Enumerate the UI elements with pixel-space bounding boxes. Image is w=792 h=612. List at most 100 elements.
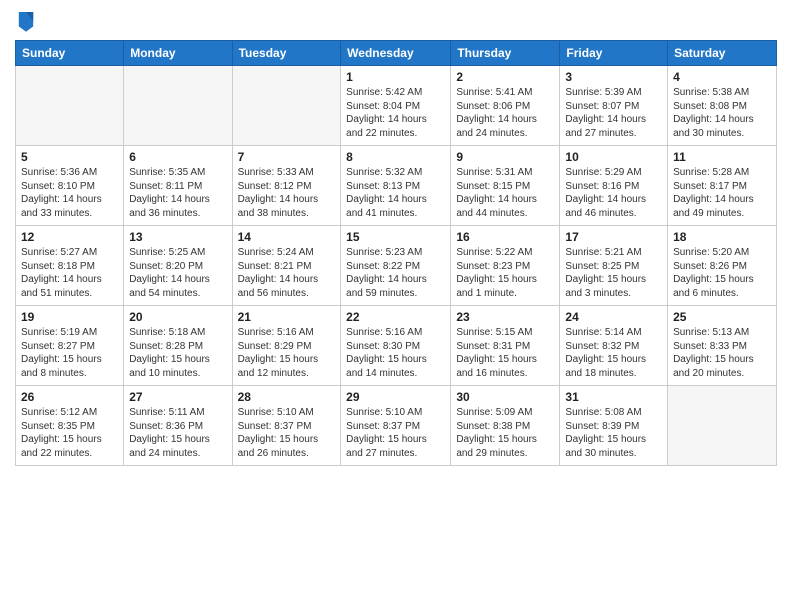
- day-info: Sunrise: 5:10 AM Sunset: 8:37 PM Dayligh…: [238, 406, 336, 460]
- day-info: Sunrise: 5:19 AM Sunset: 8:27 PM Dayligh…: [21, 326, 118, 380]
- calendar-cell: [16, 66, 124, 146]
- day-number: 23: [456, 310, 554, 324]
- calendar-cell: 7 Sunrise: 5:33 AM Sunset: 8:12 PM Daylig…: [232, 146, 341, 226]
- day-header-saturday: Saturday: [668, 41, 777, 66]
- calendar-header-row: SundayMondayTuesdayWednesdayThursdayFrid…: [16, 41, 777, 66]
- day-number: 7: [238, 150, 336, 164]
- calendar-cell: 26Sunrise: 5:12 AM Sunset: 8:35 PM Dayli…: [16, 386, 124, 466]
- day-number: 19: [21, 310, 118, 324]
- day-info: Sunrise: 5:42 AM Sunset: 8:04 PM Dayligh…: [346, 86, 445, 140]
- calendar-cell: 19 Sunrise: 5:19 AM Sunset: 8:27 PM Dayli…: [16, 306, 124, 386]
- day-number: 21: [238, 310, 336, 324]
- calendar-cell: 25Sunrise: 5:13 AM Sunset: 8:33 PM Dayli…: [668, 306, 777, 386]
- day-header-thursday: Thursday: [451, 41, 560, 66]
- day-number: 4: [673, 70, 771, 84]
- calendar-cell: 27Sunrise: 5:11 AM Sunset: 8:36 PM Dayli…: [124, 386, 232, 466]
- calendar-cell: [668, 386, 777, 466]
- day-number: 22: [346, 310, 445, 324]
- day-number: 5: [21, 150, 118, 164]
- calendar-cell: 31 Sunrise: 5:08 AM Sunset: 8:39 PM Dayli…: [560, 386, 668, 466]
- day-number: 10: [565, 150, 662, 164]
- day-number: 1: [346, 70, 445, 84]
- calendar-cell: 18 Sunrise: 5:20 AM Sunset: 8:26 PM Dayli…: [668, 226, 777, 306]
- day-header-monday: Monday: [124, 41, 232, 66]
- calendar-cell: 9 Sunrise: 5:31 AM Sunset: 8:15 PM Daylig…: [451, 146, 560, 226]
- day-info: Sunrise: 5:10 AM Sunset: 8:37 PM Dayligh…: [346, 406, 445, 460]
- calendar-cell: 23Sunrise: 5:15 AM Sunset: 8:31 PM Dayli…: [451, 306, 560, 386]
- day-info: Sunrise: 5:09 AM Sunset: 8:38 PM Dayligh…: [456, 406, 554, 460]
- day-number: 27: [129, 390, 226, 404]
- day-info: Sunrise: 5:20 AM Sunset: 8:26 PM Dayligh…: [673, 246, 771, 300]
- day-info: Sunrise: 5:21 AM Sunset: 8:25 PM Dayligh…: [565, 246, 662, 300]
- calendar-cell: 22 Sunrise: 5:16 AM Sunset: 8:30 PM Dayli…: [341, 306, 451, 386]
- calendar-cell: 1 Sunrise: 5:42 AM Sunset: 8:04 PM Daylig…: [341, 66, 451, 146]
- week-row-5: 26Sunrise: 5:12 AM Sunset: 8:35 PM Dayli…: [16, 386, 777, 466]
- day-number: 6: [129, 150, 226, 164]
- calendar-cell: 21 Sunrise: 5:16 AM Sunset: 8:29 PM Dayli…: [232, 306, 341, 386]
- week-row-1: 1 Sunrise: 5:42 AM Sunset: 8:04 PM Daylig…: [16, 66, 777, 146]
- day-number: 14: [238, 230, 336, 244]
- calendar-cell: 10Sunrise: 5:29 AM Sunset: 8:16 PM Dayli…: [560, 146, 668, 226]
- calendar-table: SundayMondayTuesdayWednesdayThursdayFrid…: [15, 40, 777, 466]
- day-header-friday: Friday: [560, 41, 668, 66]
- week-row-4: 19 Sunrise: 5:19 AM Sunset: 8:27 PM Dayli…: [16, 306, 777, 386]
- calendar-cell: 2 Sunrise: 5:41 AM Sunset: 8:06 PM Daylig…: [451, 66, 560, 146]
- day-info: Sunrise: 5:31 AM Sunset: 8:15 PM Dayligh…: [456, 166, 554, 220]
- day-number: 15: [346, 230, 445, 244]
- calendar-cell: 13Sunrise: 5:25 AM Sunset: 8:20 PM Dayli…: [124, 226, 232, 306]
- logo-icon: [17, 10, 35, 32]
- day-info: Sunrise: 5:33 AM Sunset: 8:12 PM Dayligh…: [238, 166, 336, 220]
- day-number: 20: [129, 310, 226, 324]
- calendar-cell: 14 Sunrise: 5:24 AM Sunset: 8:21 PM Dayli…: [232, 226, 341, 306]
- calendar-cell: 30 Sunrise: 5:09 AM Sunset: 8:38 PM Dayli…: [451, 386, 560, 466]
- calendar-cell: 15 Sunrise: 5:23 AM Sunset: 8:22 PM Dayli…: [341, 226, 451, 306]
- week-row-3: 12 Sunrise: 5:27 AM Sunset: 8:18 PM Dayli…: [16, 226, 777, 306]
- day-info: Sunrise: 5:36 AM Sunset: 8:10 PM Dayligh…: [21, 166, 118, 220]
- calendar-cell: [232, 66, 341, 146]
- day-info: Sunrise: 5:28 AM Sunset: 8:17 PM Dayligh…: [673, 166, 771, 220]
- calendar-cell: [124, 66, 232, 146]
- day-number: 24: [565, 310, 662, 324]
- calendar-cell: 17 Sunrise: 5:21 AM Sunset: 8:25 PM Dayli…: [560, 226, 668, 306]
- day-info: Sunrise: 5:16 AM Sunset: 8:30 PM Dayligh…: [346, 326, 445, 380]
- day-number: 25: [673, 310, 771, 324]
- day-number: 30: [456, 390, 554, 404]
- day-header-wednesday: Wednesday: [341, 41, 451, 66]
- day-info: Sunrise: 5:41 AM Sunset: 8:06 PM Dayligh…: [456, 86, 554, 140]
- day-number: 3: [565, 70, 662, 84]
- day-number: 12: [21, 230, 118, 244]
- day-number: 28: [238, 390, 336, 404]
- day-number: 31: [565, 390, 662, 404]
- day-number: 26: [21, 390, 118, 404]
- day-number: 29: [346, 390, 445, 404]
- logo: [15, 10, 35, 32]
- day-number: 13: [129, 230, 226, 244]
- day-number: 9: [456, 150, 554, 164]
- header: [15, 10, 777, 32]
- calendar-cell: 11Sunrise: 5:28 AM Sunset: 8:17 PM Dayli…: [668, 146, 777, 226]
- calendar-cell: 20 Sunrise: 5:18 AM Sunset: 8:28 PM Dayli…: [124, 306, 232, 386]
- day-info: Sunrise: 5:27 AM Sunset: 8:18 PM Dayligh…: [21, 246, 118, 300]
- calendar-cell: 8Sunrise: 5:32 AM Sunset: 8:13 PM Daylig…: [341, 146, 451, 226]
- day-info: Sunrise: 5:35 AM Sunset: 8:11 PM Dayligh…: [129, 166, 226, 220]
- day-number: 8: [346, 150, 445, 164]
- day-header-tuesday: Tuesday: [232, 41, 341, 66]
- day-info: Sunrise: 5:24 AM Sunset: 8:21 PM Dayligh…: [238, 246, 336, 300]
- day-info: Sunrise: 5:38 AM Sunset: 8:08 PM Dayligh…: [673, 86, 771, 140]
- calendar-cell: 28 Sunrise: 5:10 AM Sunset: 8:37 PM Dayli…: [232, 386, 341, 466]
- day-info: Sunrise: 5:39 AM Sunset: 8:07 PM Dayligh…: [565, 86, 662, 140]
- day-number: 2: [456, 70, 554, 84]
- day-number: 16: [456, 230, 554, 244]
- day-info: Sunrise: 5:14 AM Sunset: 8:32 PM Dayligh…: [565, 326, 662, 380]
- day-info: Sunrise: 5:16 AM Sunset: 8:29 PM Dayligh…: [238, 326, 336, 380]
- day-info: Sunrise: 5:23 AM Sunset: 8:22 PM Dayligh…: [346, 246, 445, 300]
- day-number: 17: [565, 230, 662, 244]
- day-info: Sunrise: 5:08 AM Sunset: 8:39 PM Dayligh…: [565, 406, 662, 460]
- calendar-cell: 16 Sunrise: 5:22 AM Sunset: 8:23 PM Dayli…: [451, 226, 560, 306]
- calendar-cell: 3 Sunrise: 5:39 AM Sunset: 8:07 PM Daylig…: [560, 66, 668, 146]
- day-info: Sunrise: 5:22 AM Sunset: 8:23 PM Dayligh…: [456, 246, 554, 300]
- calendar-cell: 29 Sunrise: 5:10 AM Sunset: 8:37 PM Dayli…: [341, 386, 451, 466]
- day-info: Sunrise: 5:18 AM Sunset: 8:28 PM Dayligh…: [129, 326, 226, 380]
- day-number: 18: [673, 230, 771, 244]
- calendar-cell: 4 Sunrise: 5:38 AM Sunset: 8:08 PM Daylig…: [668, 66, 777, 146]
